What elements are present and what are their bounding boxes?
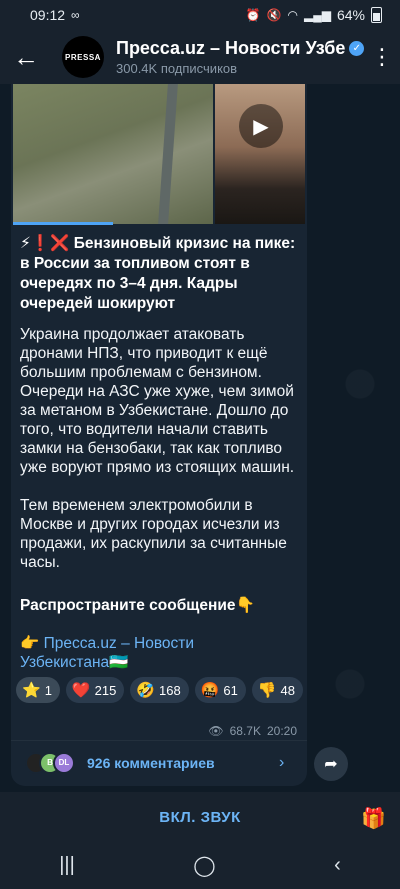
status-bar: 09:12 ∞ ⏰ 🔇 ◠ ▂▄▆ 64%: [0, 0, 400, 30]
mute-icon: 🔇: [266, 8, 282, 22]
reaction-count: 61: [223, 682, 238, 698]
reaction-count: 215: [94, 682, 117, 698]
channel-link[interactable]: 👉 Пресса.uz – Новости Узбекистана🇺🇿: [20, 634, 280, 672]
battery-icon: [371, 7, 382, 23]
reaction-count: 168: [159, 682, 181, 698]
message-bubble[interactable]: ▶ ⚡❗❌ Бензиновый кризис на пике: в Росси…: [11, 84, 307, 786]
verified-icon: ✓: [349, 41, 364, 56]
unmute-button[interactable]: ВКЛ. ЗВУК: [159, 809, 241, 826]
comments-label: 926 комментариев: [87, 754, 215, 771]
post-body: Украина продолжает атаковать дронами НПЗ…: [20, 325, 302, 591]
thumbs-down-icon: 👎: [257, 682, 277, 699]
video-thumbnail[interactable]: ▶: [215, 84, 305, 224]
channel-title-row: Пресса.uz – Новости Узбе ✓: [116, 38, 364, 59]
post-paragraph-1: Украина продолжает атаковать дронами НПЗ…: [20, 326, 295, 476]
back-icon[interactable]: ‹: [334, 854, 341, 877]
reaction-star[interactable]: ⭐ 1: [16, 677, 60, 703]
battery-level: 64%: [336, 7, 365, 23]
system-nav-bar: ||| ◯ ‹: [0, 842, 400, 889]
share-forward-icon[interactable]: ➦: [314, 747, 348, 781]
wifi-icon: ◠: [287, 8, 298, 22]
alarm-icon: ⏰: [245, 8, 261, 22]
reaction-laugh[interactable]: 🤣 168: [130, 677, 189, 703]
message-time: 20:20: [266, 724, 297, 738]
chat-header: ← PRESSA Пресса.uz – Новости Узбе ✓ 300.…: [0, 30, 400, 84]
view-count: 68.7K: [229, 724, 261, 738]
post-title: ⚡❗❌ Бензиновый кризис на пике: в России …: [20, 235, 296, 312]
reactions: ⭐ 1 ❤️ 215 🤣 168 🤬 61 👎 48: [16, 677, 306, 703]
play-icon[interactable]: ▶: [239, 104, 283, 148]
heart-icon: ❤️: [71, 682, 91, 699]
angry-icon: 🤬: [200, 682, 220, 699]
gift-icon[interactable]: 🎁: [361, 806, 386, 831]
message-meta: 👁 68.7K 20:20: [208, 724, 297, 738]
home-icon[interactable]: ◯: [193, 853, 215, 878]
recent-apps-icon[interactable]: |||: [59, 854, 75, 877]
share-text: Распространите сообщение👇: [20, 597, 255, 614]
eye-icon: 👁: [208, 724, 224, 738]
status-time: 09:12: [30, 7, 66, 23]
avatar-text: PRESSA: [65, 52, 101, 62]
post-paragraph-2: Тем временем электромобили в Москве и др…: [20, 497, 287, 571]
channel-avatar[interactable]: PRESSA: [62, 36, 104, 78]
comments-button[interactable]: B DL 926 комментариев ›: [11, 740, 307, 784]
header-info[interactable]: Пресса.uz – Новости Узбе ✓ 300.4K подпис…: [116, 38, 364, 76]
channel-title: Пресса.uz – Новости Узбе: [116, 38, 346, 58]
reaction-count: 48: [280, 682, 296, 698]
chevron-right-icon: ›: [279, 753, 285, 771]
back-arrow-icon[interactable]: ←: [0, 30, 52, 84]
subscriber-count: 300.4K подписчиков: [116, 61, 238, 76]
reaction-thumbs-down[interactable]: 👎 48: [251, 677, 304, 703]
more-menu-icon[interactable]: ⋮: [364, 44, 400, 70]
bottom-bar: ВКЛ. ЗВУК 🎁: [0, 792, 400, 842]
notification-icon: ∞: [71, 8, 80, 22]
photo-aerial[interactable]: [13, 84, 213, 224]
reaction-heart[interactable]: ❤️ 215: [65, 677, 125, 703]
video-progress: [13, 222, 113, 225]
star-icon: ⭐: [22, 682, 41, 699]
signal-icon: ▂▄▆: [304, 8, 331, 22]
reaction-count: 1: [44, 682, 52, 698]
chat-area[interactable]: ▶ ⚡❗❌ Бензиновый кризис на пике: в Росси…: [0, 84, 400, 792]
commenter-avatar: DL: [53, 751, 75, 774]
reaction-angry[interactable]: 🤬 61: [194, 677, 246, 703]
media-album[interactable]: ▶: [13, 84, 305, 224]
laugh-icon: 🤣: [136, 682, 155, 699]
